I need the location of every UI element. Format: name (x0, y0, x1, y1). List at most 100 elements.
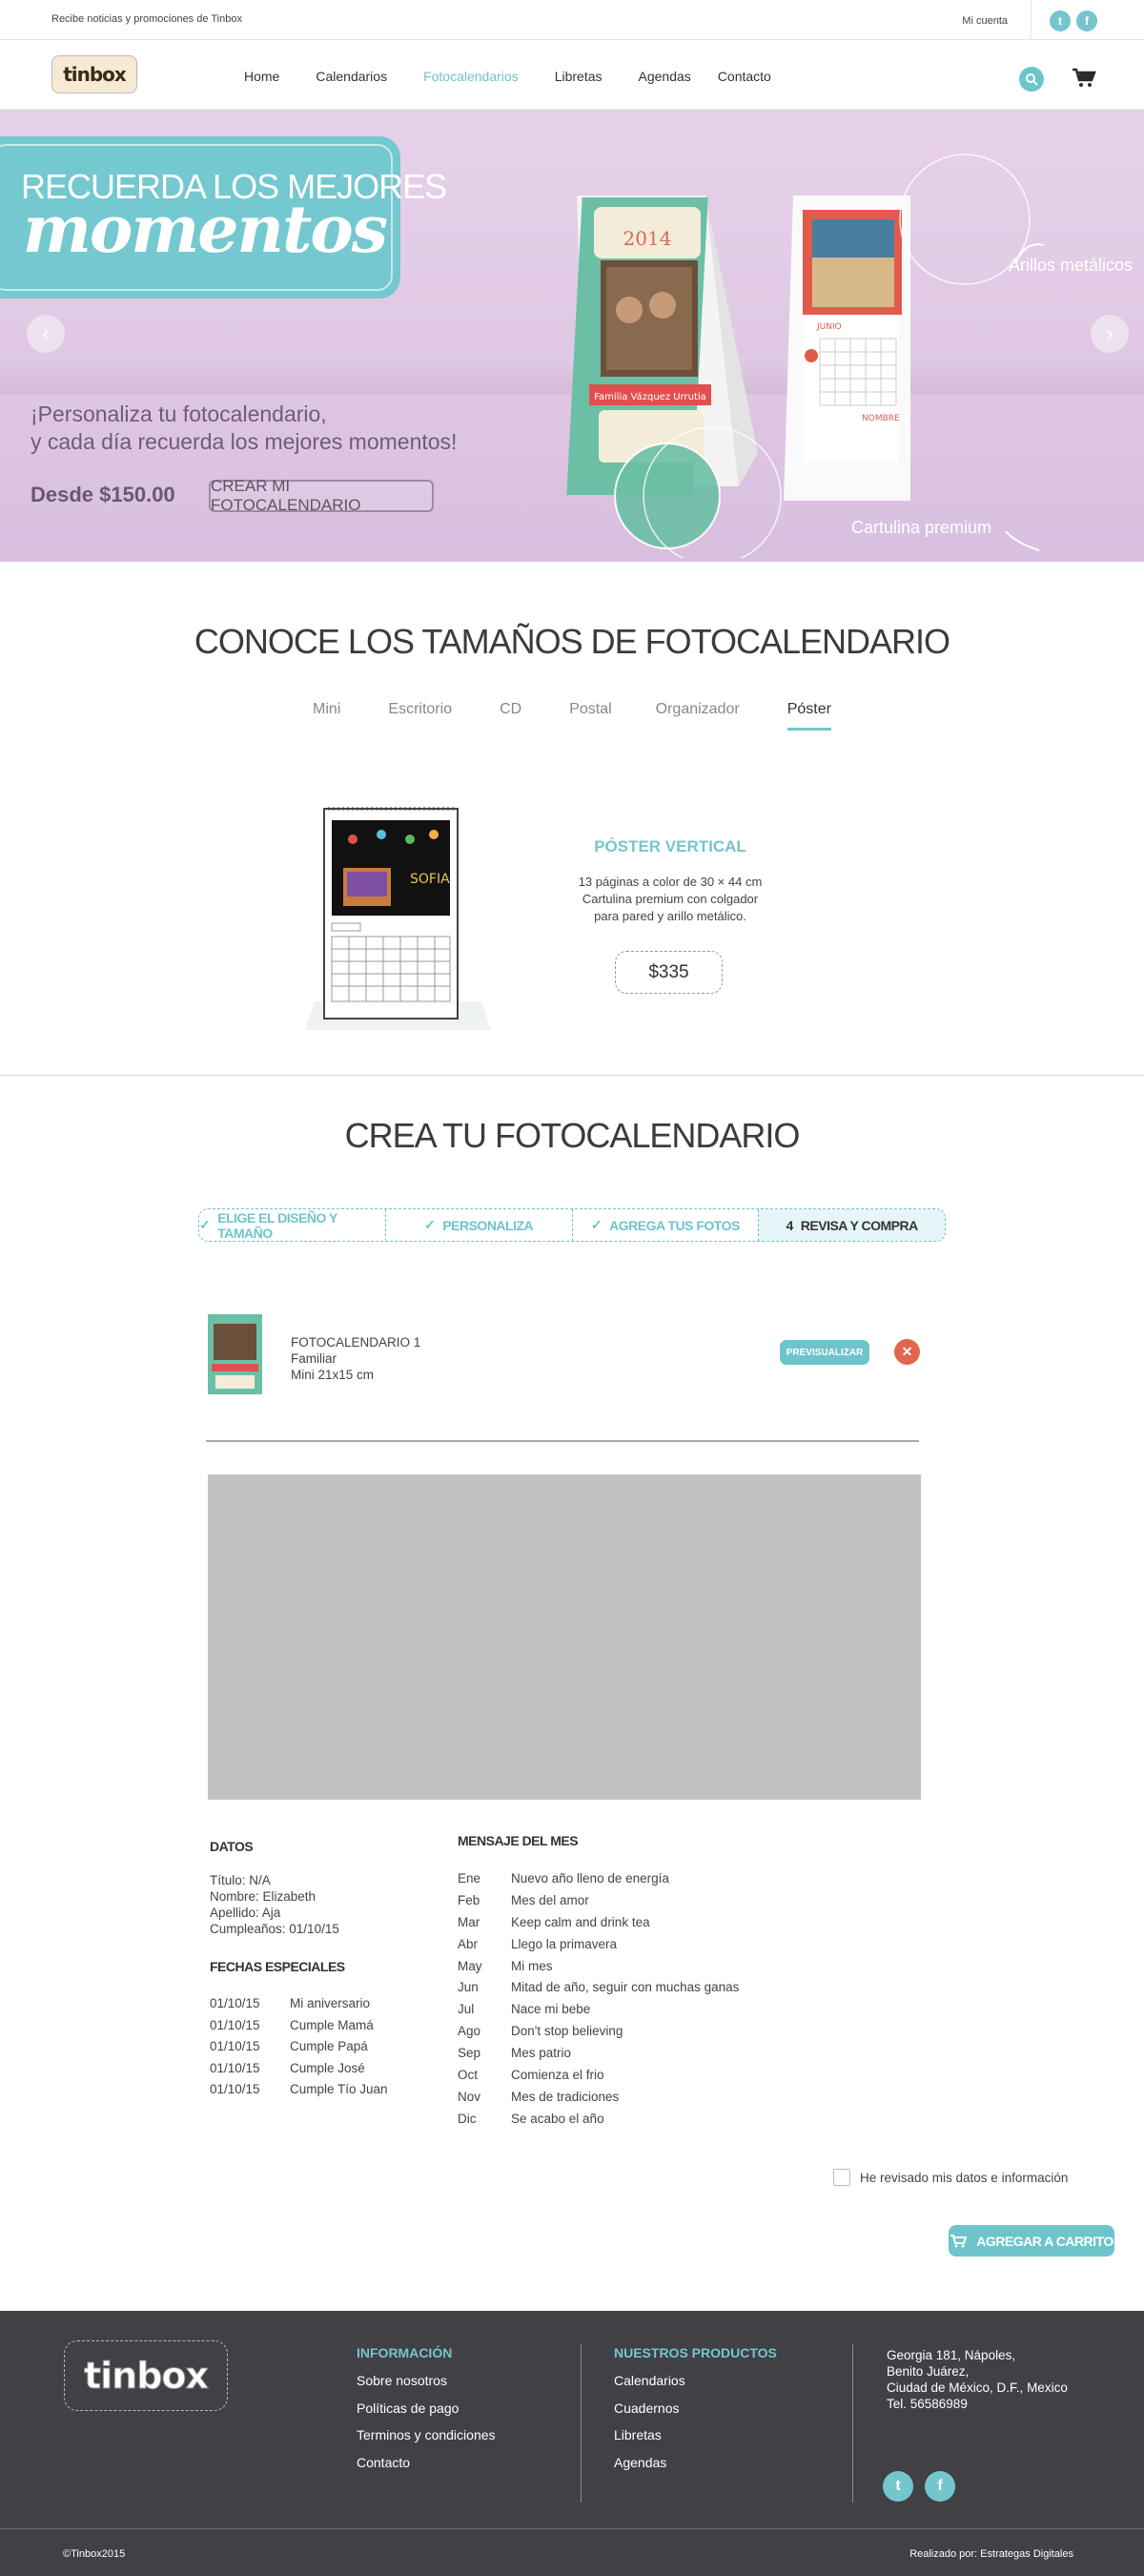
twitter-icon[interactable]: t (883, 2471, 913, 2502)
calendar1-year: 2014 (623, 227, 672, 250)
step-number: 4 (786, 1217, 794, 1233)
month-cell: Nov (458, 2089, 481, 2104)
message-cell: Mitad de año, seguir con muchas ganas (511, 1980, 740, 1995)
top-bar: Recibe noticias y promociones de Tinbox … (0, 0, 1144, 40)
product-desc-line2: Cartulina premium con colgador (582, 892, 759, 906)
my-account-link[interactable]: Mi cuenta (962, 15, 1008, 27)
label-cell: Cumple Mamá (290, 2017, 374, 2032)
create-calendar-button[interactable]: CREAR MI FOTOCALENDARIO (209, 477, 434, 514)
confirm-checkbox[interactable] (833, 2169, 850, 2186)
address-line: Georgia 181, Nápoles, (887, 2348, 1016, 2362)
footer-link[interactable]: Calendarios (614, 2367, 777, 2395)
date-cell: 01/10/15 (210, 1996, 260, 2010)
add-to-cart-label: AGREGAR A CARRITO (976, 2233, 1113, 2249)
create-title: CREA TU FOTOCALENDARIO (344, 1116, 801, 1155)
step-label: REVISA Y COMPRA (800, 1217, 918, 1233)
cart-icon[interactable] (1072, 68, 1096, 93)
facebook-icon[interactable]: f (925, 2471, 955, 2502)
list-item: 01/10/15 Mi aniversario (210, 1996, 388, 2018)
step-personalize[interactable]: ✓ PERSONALIZA (386, 1209, 573, 1241)
footer-hr (0, 2528, 1144, 2529)
footer-link[interactable]: Cuadernos (614, 2395, 777, 2422)
next-slide-arrow[interactable]: › (1091, 315, 1129, 353)
footer-link[interactable]: Políticas de pago (357, 2395, 496, 2422)
search-icon[interactable] (1019, 67, 1044, 92)
sizes-title: CONOCE LOS TAMAÑOS DE FOTOCALENDARIO (194, 622, 950, 661)
logo[interactable]: tinbox (51, 55, 137, 93)
main-navbar: tinbox Home Calendarios Fotocalendarios … (0, 40, 1144, 110)
footer-link[interactable]: Terminos y condiciones (357, 2421, 496, 2449)
preview-button[interactable]: PREVISUALIZAR (780, 1340, 869, 1365)
prev-slide-arrow[interactable]: ‹ (27, 315, 65, 353)
message-cell: Llego la primavera (511, 1936, 618, 1951)
tab-organizador[interactable]: Organizador (656, 701, 740, 731)
nav-agendas[interactable]: Agendas (639, 69, 691, 84)
datos-body: Título: N/A Nombre: Elizabeth Apellido: … (210, 1872, 339, 1937)
tab-postal[interactable]: Postal (569, 701, 611, 731)
tab-mini[interactable]: Mini (313, 701, 340, 731)
footer-link[interactable]: Sobre nosotros (357, 2367, 496, 2395)
month-cell: May (458, 1958, 482, 1973)
logo-text: tinbox (63, 63, 127, 86)
calendar2-name: NOMBRE (862, 414, 900, 423)
step-photos[interactable]: ✓ AGREGA TUS FOTOS (573, 1209, 760, 1241)
month-cell: Jul (458, 2002, 475, 2017)
footer-link[interactable]: Libretas (614, 2421, 777, 2449)
made-by: Realizado por: Estrategas Digitales (909, 2548, 1073, 2560)
confirm-label: He revisado mis datos e información (860, 2170, 1069, 2185)
facebook-icon[interactable]: f (1076, 10, 1097, 31)
product-price[interactable]: $335 (615, 951, 723, 994)
list-item: Sep Mes patrio (458, 2046, 739, 2068)
message-cell: Comienza el frio (511, 2068, 604, 2083)
twitter-icon[interactable]: t (1050, 10, 1071, 31)
copyright: ©Tinbox2015 (63, 2548, 126, 2560)
poster-illustration: SOFIA (305, 807, 491, 1030)
footer-link[interactable]: Agendas (614, 2449, 777, 2477)
footer-products-title: NUESTROS PRODUCTOS (614, 2345, 777, 2360)
month-cell: Ene (458, 1871, 481, 1886)
list-item: Dic Se acabo el año (458, 2112, 739, 2133)
message-cell: Don't stop believing (511, 2024, 623, 2039)
list-item: Oct Comienza el frio (458, 2068, 739, 2090)
step-design[interactable]: ✓ ELIGE EL DISEÑO Y TAMAÑO (199, 1209, 386, 1241)
tab-cd[interactable]: CD (500, 701, 521, 731)
tab-escritorio[interactable]: Escritorio (388, 701, 452, 731)
message-cell: Se acabo el año (511, 2111, 604, 2126)
footer-divider (581, 2344, 582, 2503)
hero-subtitle: ¡Personaliza tu fotocalendario, y cada d… (31, 401, 457, 456)
footer-link[interactable]: Contacto (357, 2449, 496, 2477)
calendar1-banner: Familia Vázquez Urrutia (594, 391, 706, 402)
month-cell: Mar (458, 1914, 480, 1929)
list-item: Abr Llego la primavera (458, 1937, 739, 1959)
nav-libretas[interactable]: Libretas (555, 69, 603, 84)
nav-contacto[interactable]: Contacto (718, 69, 771, 84)
date-cell: 01/10/15 (210, 2039, 260, 2053)
add-to-cart-button[interactable]: AGREGAR A CARRITO (949, 2225, 1114, 2257)
step-review[interactable]: 4 REVISA Y COMPRA (759, 1209, 945, 1241)
footer-address: Georgia 181, Nápoles, Benito Juárez, Ciu… (887, 2347, 1068, 2412)
remove-item-icon[interactable]: ✕ (894, 1339, 920, 1365)
month-cell: Feb (458, 1892, 480, 1907)
list-item: 01/10/15 Cumple Mamá (210, 2018, 388, 2040)
date-cell: 01/10/15 (210, 2017, 260, 2032)
item-theme: Familiar (291, 1351, 337, 1366)
label-cell: Cumple Tío Juan (290, 2082, 388, 2096)
hero-price: Desde $150.00 (31, 483, 175, 506)
footer-logo[interactable]: tinbox (64, 2340, 228, 2411)
nav-fotocalendarios[interactable]: Fotocalendarios (423, 69, 519, 84)
nav-home[interactable]: Home (244, 69, 279, 84)
footer-divider (852, 2344, 853, 2503)
list-item: Jul Nace mi bebe (458, 2002, 739, 2024)
nav-calendarios[interactable]: Calendarios (316, 69, 387, 84)
tab-poster[interactable]: Póster (786, 701, 831, 731)
address-line: Tel. 56586989 (887, 2397, 968, 2411)
address-line: Ciudad de México, D.F., Mexico (887, 2380, 1068, 2395)
label-cell: Cumple José (290, 2060, 365, 2075)
step-label: AGREGA TUS FOTOS (609, 1217, 740, 1233)
step-label: ELIGE EL DISEÑO Y TAMAÑO (217, 1209, 337, 1241)
calendar2-month: JUNIO (816, 322, 842, 332)
list-item: Jun Mitad de año, seguir con muchas ganas (458, 1980, 739, 2002)
product-desc-line3: para pared y arillo metálico. (594, 909, 746, 923)
month-cell: Ago (458, 2024, 481, 2039)
hero-subtitle-line1: ¡Personaliza tu fotocalendario, (31, 402, 327, 426)
